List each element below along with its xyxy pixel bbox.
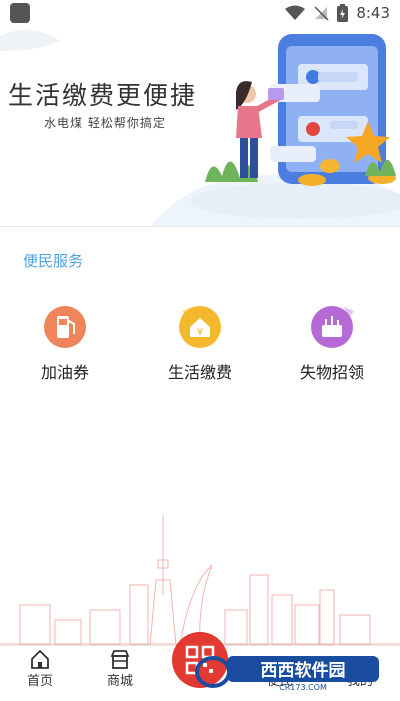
wifi-icon (285, 5, 306, 20)
lost-found-box-icon (310, 305, 354, 349)
battery-charging-icon (337, 4, 349, 22)
banner-title: 生活缴费更便捷 (8, 81, 198, 110)
service-utility-payment[interactable]: ¥ 生活缴费 (140, 305, 260, 383)
tab-store[interactable]: 商城 (90, 648, 150, 689)
svg-text:CR173.COM: CR173.COM (279, 683, 327, 692)
svg-text:¥: ¥ (197, 327, 203, 338)
banner-subtitle: 水电煤 轻松帮你搞定 (44, 116, 166, 130)
service-label: 生活缴费 (167, 363, 232, 382)
watermark-logo: 西西软件园 CR173.COM (195, 652, 385, 692)
svg-text:西西软件园: 西西软件园 (261, 660, 346, 681)
service-label: 失物招领 (299, 363, 364, 382)
notification-icon (10, 3, 30, 23)
section-title: 便民服务 (23, 252, 84, 270)
fuel-pump-icon (43, 305, 87, 349)
divider (0, 226, 400, 227)
city-skyline-illustration (0, 515, 400, 645)
banner[interactable]: 生活缴费更便捷 水电煤 轻松帮你搞定 (0, 26, 400, 226)
service-fuel-coupon[interactable]: 加油券 (5, 305, 125, 383)
yen-house-icon: ¥ (178, 305, 222, 349)
tab-label: 首页 (26, 674, 53, 689)
status-icons: 8:43 (285, 4, 390, 22)
tab-home[interactable]: 首页 (10, 648, 70, 689)
service-lost-and-found[interactable]: 失物招领 (272, 305, 392, 383)
store-icon (110, 650, 130, 669)
home-icon (31, 649, 49, 669)
status-time: 8:43 (356, 4, 390, 22)
service-label: 加油券 (40, 363, 89, 382)
status-bar: 8:43 (0, 0, 400, 26)
tab-label: 商城 (106, 674, 133, 689)
no-signal-icon (314, 6, 329, 21)
